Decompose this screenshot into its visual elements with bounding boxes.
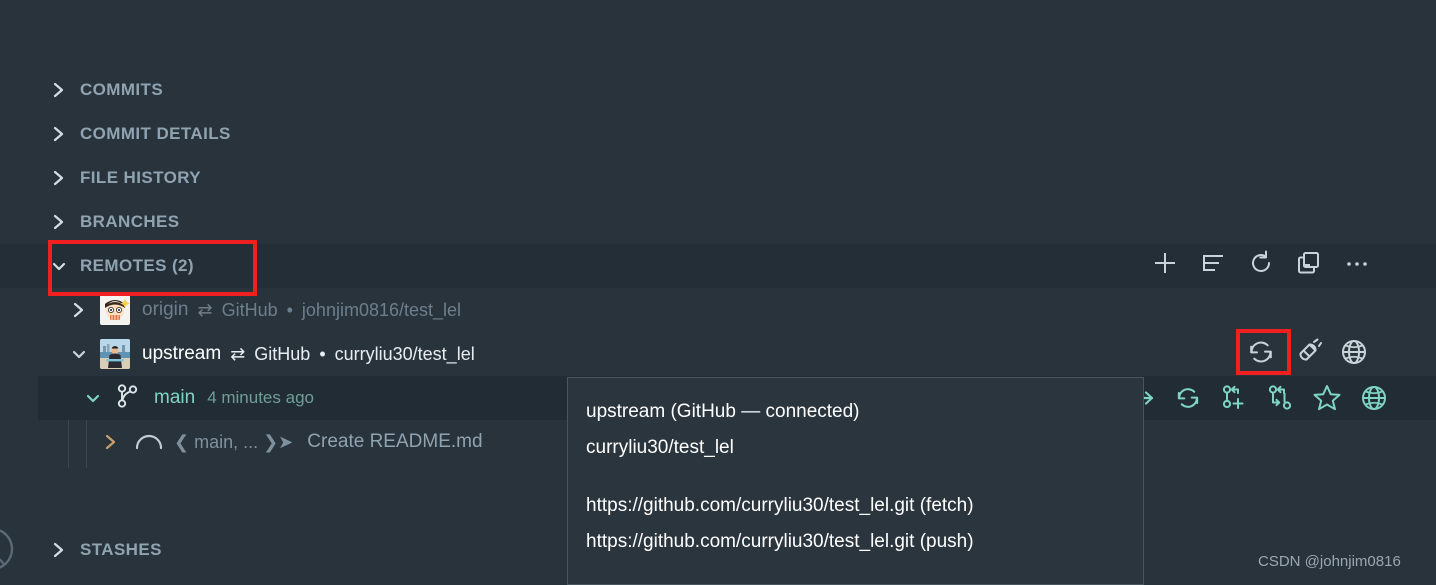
tooltip-push-url: https://github.com/curryliu30/test_lel.g…	[586, 531, 974, 552]
sidebar-section-label: BRANCHES	[80, 212, 180, 231]
commit-refs: ❮ main, ... ❯➤	[174, 431, 294, 452]
sidebar-section-branches[interactable]: BRANCHES	[0, 200, 1436, 244]
avatar	[100, 295, 130, 325]
tooltip-repo: curryliu30/test_lel	[586, 437, 734, 458]
chevron-right-icon[interactable]	[98, 420, 124, 464]
ellipsis-icon[interactable]	[1344, 250, 1370, 276]
indent-guide-level2	[86, 420, 87, 468]
remote-row-upstream[interactable]: upstream ⇄ GitHub • curryliu30/test_lel	[0, 332, 1436, 376]
chevron-right-icon[interactable]	[46, 68, 72, 112]
remote-repo: johnjim0816/test_lel	[301, 299, 462, 320]
chevron-down-icon[interactable]	[66, 332, 92, 376]
chevron-right-icon[interactable]	[46, 156, 72, 200]
remotes-header-actions	[1152, 250, 1370, 276]
sidebar-section-label: COMMIT DETAILS	[80, 124, 231, 143]
collapse-panes-icon[interactable]	[1296, 250, 1322, 276]
sidebar-section-commits[interactable]: COMMITS	[0, 68, 1436, 112]
globe-icon[interactable]	[1360, 384, 1388, 412]
plug-icon[interactable]	[1294, 338, 1322, 366]
sync-arrows-icon: ⇄	[230, 343, 246, 364]
remote-name: origin	[142, 299, 189, 320]
sync-arrows-icon: ⇄	[197, 299, 213, 320]
sidebar-section-file-history[interactable]: FILE HISTORY	[0, 156, 1436, 200]
annotation-box-fetch-button	[1236, 329, 1291, 375]
branch-plus-icon[interactable]	[1220, 384, 1248, 412]
tooltip-spacer	[586, 466, 1125, 488]
tooltip-fetch-url: https://github.com/curryliu30/test_lel.g…	[586, 495, 974, 516]
chevron-right-icon[interactable]	[46, 112, 72, 156]
remote-tooltip: upstream (GitHub — connected) curryliu30…	[567, 377, 1144, 585]
chevron-right-icon[interactable]	[46, 528, 72, 572]
remote-repo: curryliu30/test_lel	[334, 343, 475, 364]
chevron-down-icon[interactable]	[80, 376, 106, 420]
source-control-panel: COMMITS COMMIT DETAILS FILE HISTORY BRAN…	[0, 0, 1436, 585]
watermark: CSDN @johnjim0816	[1258, 553, 1401, 570]
commit-message: Create README.md	[307, 431, 483, 452]
account-avatar-icon[interactable]	[0, 524, 24, 579]
sidebar-section-commit-details[interactable]: COMMIT DETAILS	[0, 112, 1436, 156]
branch-row-actions	[1132, 383, 1388, 413]
sync-icon[interactable]	[1174, 384, 1202, 412]
chevron-right-icon[interactable]	[46, 200, 72, 244]
branch-name: main	[154, 387, 196, 408]
branch-timestamp: 4 minutes ago	[207, 388, 314, 407]
remote-host: GitHub	[221, 299, 278, 320]
sidebar-section-label: FILE HISTORY	[80, 168, 201, 187]
refresh-icon[interactable]	[1248, 250, 1274, 276]
sidebar-section-label: COMMITS	[80, 80, 164, 99]
separator-dot: •	[286, 299, 293, 320]
star-icon[interactable]	[1312, 383, 1342, 413]
annotation-box-remotes-header	[48, 240, 257, 296]
sidebar-section-label: STASHES	[80, 540, 162, 559]
plus-icon[interactable]	[1152, 250, 1178, 276]
avatar	[100, 339, 130, 369]
remote-name: upstream	[142, 343, 222, 364]
list-sort-icon[interactable]	[1200, 250, 1226, 276]
commit-arc-icon	[134, 429, 164, 456]
branch-icon	[116, 383, 140, 414]
globe-icon[interactable]	[1340, 338, 1368, 366]
remote-host: GitHub	[254, 343, 311, 364]
tooltip-title: upstream (GitHub — connected)	[586, 401, 860, 422]
branch-switch-icon[interactable]	[1266, 384, 1294, 412]
separator-dot: •	[319, 343, 326, 364]
